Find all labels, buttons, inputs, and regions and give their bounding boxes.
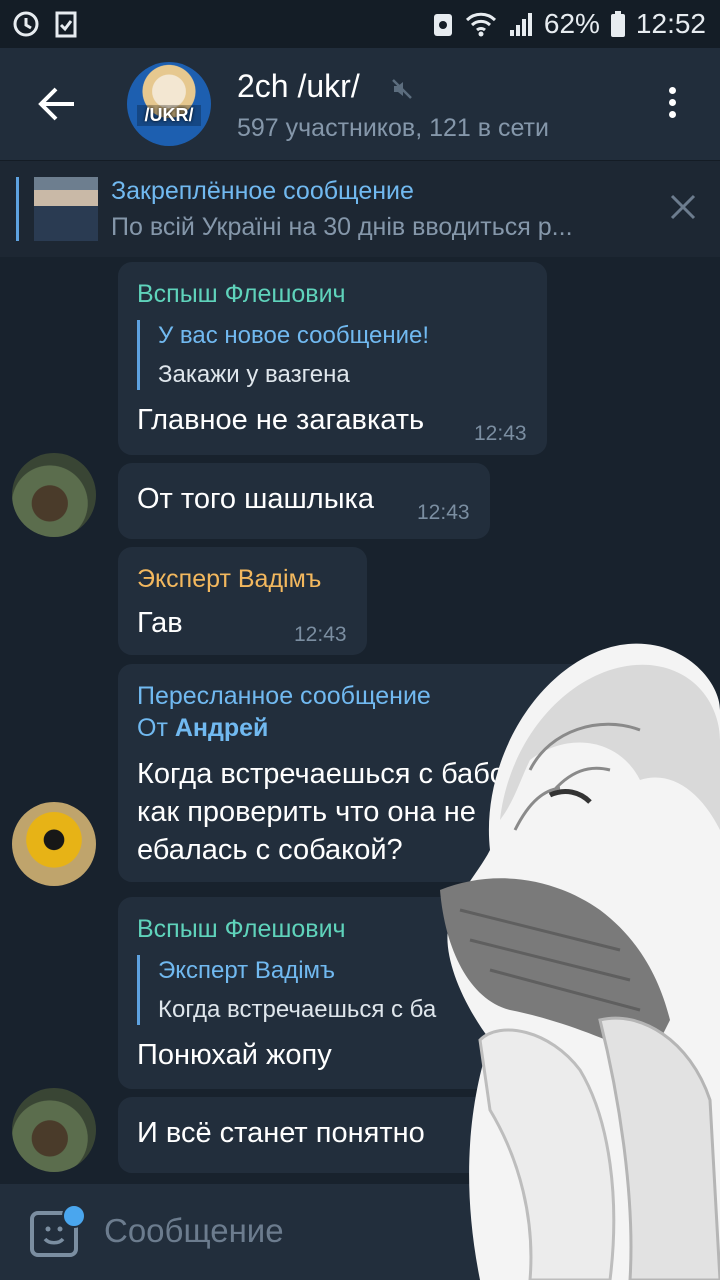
pinned-message[interactable]: Закреплённое сообщение По всій Україні н… bbox=[0, 160, 720, 257]
message-line: ебалась с собакой? bbox=[137, 834, 403, 866]
forward-from-name[interactable]: Андрей bbox=[175, 714, 269, 742]
message-text: От того шашлыка bbox=[137, 483, 374, 515]
reply-title[interactable]: Эксперт Вадімъ bbox=[158, 957, 335, 985]
close-pinned-icon[interactable] bbox=[668, 192, 698, 222]
user-avatar[interactable] bbox=[12, 453, 96, 537]
chat-avatar-label: /UKR/ bbox=[137, 105, 201, 126]
chat-title[interactable]: 2ch /ukr/ bbox=[237, 68, 360, 105]
message-time: 12:43 bbox=[417, 501, 470, 524]
message-bubble[interactable]: От того шашлыка 12:43 bbox=[118, 463, 490, 539]
sender-name[interactable]: Эксперт Вадімъ bbox=[137, 565, 321, 594]
signal-icon bbox=[509, 13, 532, 36]
reply-bar bbox=[137, 955, 140, 1025]
pinned-title: Закреплённое сообщение bbox=[111, 177, 414, 205]
reply-bar bbox=[137, 320, 140, 390]
message-text: Понюхай жопу bbox=[137, 1039, 332, 1071]
message-text: И всё станет понятно bbox=[137, 1117, 425, 1149]
clipboard-check-icon bbox=[55, 11, 77, 38]
back-arrow-icon[interactable] bbox=[36, 86, 76, 122]
chat-header: /UKR/ 2ch /ukr/ 597 участников, 121 в се… bbox=[0, 48, 720, 160]
wifi-icon bbox=[465, 12, 496, 37]
clock-sync-icon bbox=[13, 11, 39, 37]
message-text: Главное не загавкать bbox=[137, 404, 425, 436]
reply-title[interactable]: У вас новое сообщение! bbox=[158, 322, 429, 350]
pinned-accent-bar bbox=[16, 177, 19, 241]
status-bar: 62% 12:52 bbox=[0, 0, 720, 48]
message-time: 12:43 bbox=[294, 623, 347, 646]
reply-text[interactable]: Когда встречаешься с ба bbox=[158, 996, 436, 1024]
status-time: 12:52 bbox=[635, 8, 706, 39]
pinned-thumbnail bbox=[34, 177, 98, 241]
forward-from[interactable]: От Андрей bbox=[137, 714, 268, 743]
message-input[interactable]: Сообщение bbox=[104, 1212, 284, 1250]
chat-member-count: 597 участников, 121 в сети bbox=[237, 114, 549, 142]
battery-icon bbox=[610, 11, 625, 37]
message-time: 12:43 bbox=[474, 422, 527, 445]
message-bubble[interactable]: Эксперт Вадімъ Гав 12:43 bbox=[118, 547, 367, 655]
reply-text[interactable]: Закажи у вазгена bbox=[158, 361, 350, 389]
nfc-icon bbox=[433, 14, 452, 36]
message-text: Гав bbox=[137, 607, 183, 639]
battery-percent: 62% bbox=[543, 8, 600, 39]
sender-name[interactable]: Вспыш Флешович bbox=[137, 915, 346, 944]
forward-from-prefix: От bbox=[137, 714, 168, 742]
chat-avatar[interactable]: /UKR/ bbox=[127, 62, 211, 146]
anime-girl-sticker bbox=[440, 643, 720, 1280]
message-bubble[interactable]: Вспыш Флешович У вас новое сообщение! За… bbox=[118, 262, 547, 455]
more-options-icon[interactable] bbox=[660, 84, 684, 124]
user-avatar[interactable] bbox=[12, 1088, 96, 1172]
mute-icon bbox=[392, 79, 412, 99]
notification-dot bbox=[62, 1204, 86, 1228]
user-avatar[interactable] bbox=[12, 802, 96, 886]
sender-name[interactable]: Вспыш Флешович bbox=[137, 280, 346, 309]
pinned-text: По всій Україні на 30 днів вводиться р..… bbox=[111, 213, 573, 241]
forward-label: Пересланное сообщение bbox=[137, 682, 431, 710]
